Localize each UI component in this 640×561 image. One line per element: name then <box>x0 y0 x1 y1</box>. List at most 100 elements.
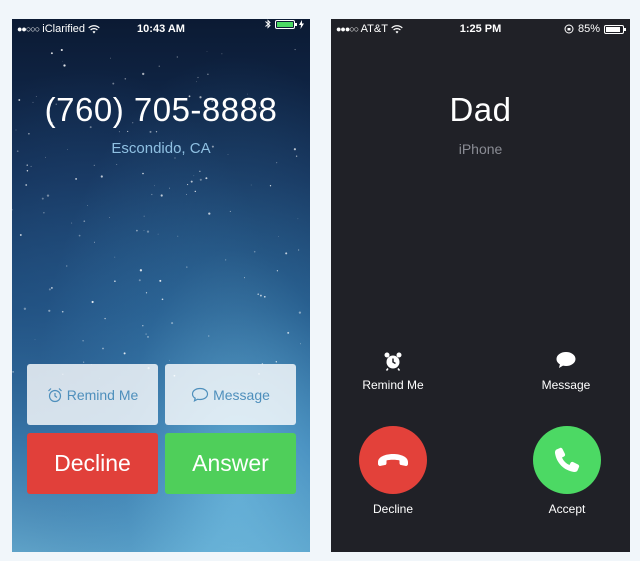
star <box>87 205 88 206</box>
star <box>143 215 145 217</box>
star <box>127 130 129 132</box>
message-label: Message <box>213 386 270 403</box>
status-bar: ●●●○○ AT&T 1:25 PM 85% <box>331 19 630 39</box>
star <box>221 53 223 55</box>
star <box>297 218 299 220</box>
remind-me-button[interactable]: Remind Me <box>27 364 158 425</box>
star <box>151 193 153 196</box>
star <box>194 190 197 193</box>
star <box>205 177 208 180</box>
star <box>171 322 174 325</box>
star <box>104 317 106 320</box>
star <box>28 132 30 135</box>
star <box>208 335 210 337</box>
star <box>61 60 63 62</box>
message-button[interactable]: Message <box>165 364 296 425</box>
star <box>50 52 53 55</box>
star <box>298 311 302 314</box>
star <box>25 184 28 186</box>
star <box>100 175 103 178</box>
star <box>149 130 152 133</box>
star <box>199 170 201 172</box>
star <box>278 236 279 237</box>
star <box>177 235 179 237</box>
phone-handset-icon <box>554 447 580 473</box>
star <box>41 197 44 200</box>
star <box>102 347 104 350</box>
star <box>187 184 189 186</box>
decline-label: Decline <box>372 502 414 516</box>
star <box>275 361 277 363</box>
star <box>158 65 160 67</box>
star <box>15 129 17 131</box>
caller-device: iPhone <box>458 141 503 157</box>
star <box>46 194 50 197</box>
star <box>26 164 28 166</box>
star <box>112 82 115 85</box>
star <box>155 131 158 133</box>
charging-bolt-icon <box>299 19 304 29</box>
orientation-lock-icon <box>564 24 574 34</box>
star <box>146 230 150 233</box>
alarm-clock-icon <box>47 387 62 402</box>
star <box>186 194 187 195</box>
caller-name: Dad <box>449 91 512 128</box>
star <box>109 217 111 218</box>
star <box>12 209 13 211</box>
star <box>142 72 145 76</box>
star <box>66 265 68 267</box>
star <box>123 352 126 355</box>
star <box>118 131 120 133</box>
battery-percent: 85% <box>577 23 600 35</box>
message-button[interactable]: Message <box>516 351 616 392</box>
star <box>244 277 245 279</box>
alarm-clock-icon <box>384 352 402 371</box>
speech-bubble-icon <box>191 387 209 402</box>
decline-button[interactable] <box>359 426 427 494</box>
star <box>229 210 231 212</box>
answer-button[interactable]: Answer <box>165 433 296 494</box>
star <box>19 234 22 236</box>
star <box>276 162 278 164</box>
star <box>30 165 32 167</box>
star <box>147 336 149 338</box>
star <box>257 293 259 295</box>
star <box>160 194 163 197</box>
star <box>26 170 29 172</box>
battery-icon <box>604 24 626 34</box>
star <box>259 294 262 297</box>
star <box>23 307 27 310</box>
star <box>51 287 53 289</box>
star <box>93 164 95 166</box>
star <box>287 331 290 334</box>
star <box>142 172 144 175</box>
star <box>276 270 279 272</box>
caller-number: (760) 705-8888 <box>44 91 278 128</box>
remind-me-label: Remind Me <box>66 386 139 403</box>
star <box>34 339 36 341</box>
remind-me-label: Remind Me <box>362 378 424 392</box>
star <box>61 310 64 313</box>
star <box>93 241 95 243</box>
star <box>225 259 227 261</box>
star <box>75 177 78 180</box>
star <box>48 309 51 312</box>
star <box>116 164 118 165</box>
star <box>176 56 178 58</box>
star <box>82 340 84 342</box>
star <box>136 229 138 232</box>
star <box>299 343 302 345</box>
remind-me-button[interactable]: Remind Me <box>343 351 443 392</box>
accept-button[interactable] <box>533 426 601 494</box>
star <box>138 279 141 282</box>
star <box>168 187 170 189</box>
star <box>110 57 111 59</box>
decline-button[interactable]: Decline <box>27 433 158 494</box>
message-label: Message <box>541 378 591 392</box>
star <box>83 220 86 223</box>
star <box>12 371 14 373</box>
star <box>263 295 266 298</box>
star <box>63 64 66 67</box>
star <box>60 48 63 52</box>
star <box>83 361 85 363</box>
